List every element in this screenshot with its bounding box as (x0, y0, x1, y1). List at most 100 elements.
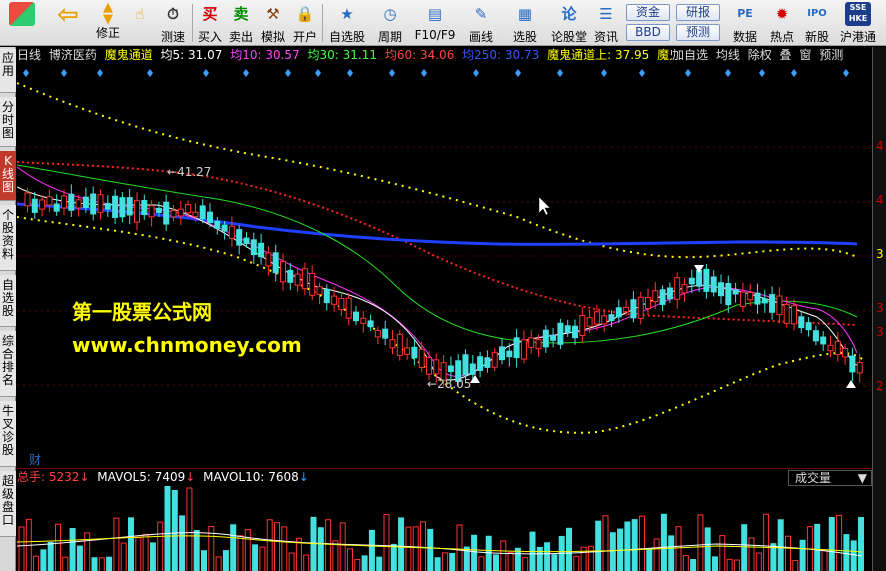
self-select-button[interactable]: ★ 自选股 (326, 2, 368, 44)
forum-button[interactable]: 论 论股堂 (550, 2, 588, 44)
back-button[interactable]: ⇦ (48, 2, 88, 44)
sell-button[interactable]: 卖 卖出 (226, 2, 256, 44)
tab-profile[interactable]: 个股资料 (0, 205, 16, 271)
draw-line-button[interactable]: ✎ 画线 (462, 2, 500, 44)
stock-picker-button[interactable]: ▦ 选股 (504, 2, 546, 44)
axis-tick: 3 (876, 301, 884, 315)
volume-bar (646, 549, 653, 571)
volume-bar (47, 541, 54, 571)
hk-connect-button[interactable]: SSE HKE 沪港通 (836, 2, 880, 44)
correct-button[interactable]: ▲ ▼ 修正 (92, 1, 124, 44)
candle-body (61, 195, 67, 209)
volume-bar (135, 537, 142, 571)
down-arrow-icon: ↓ (298, 470, 309, 484)
test-speed-button[interactable]: ⏱ 测速 (156, 2, 190, 44)
volume-bar (128, 517, 134, 571)
tab-watchlist[interactable]: 自选股 (0, 275, 16, 327)
volume-bar (478, 556, 485, 571)
candle-body (856, 362, 863, 374)
axis-tick: 3 (876, 247, 884, 261)
volume-bar (361, 555, 368, 571)
candle-body (491, 352, 498, 368)
volume-bar (142, 533, 149, 571)
candle-body (316, 286, 323, 295)
candle-body (345, 297, 352, 319)
ipo-button[interactable]: IPO 新股 (802, 2, 832, 44)
candle-body (163, 201, 170, 225)
volume-bar (259, 546, 266, 571)
research-button[interactable]: 研报 (676, 4, 720, 21)
windows-button[interactable] (4, 2, 40, 44)
candle-body (761, 298, 768, 304)
funds-button[interactable]: 资金 (626, 4, 670, 21)
tab-super-orderbook[interactable]: 超级盘口 (0, 471, 16, 537)
candle-body (243, 237, 250, 245)
f10-label: F10/F9 (414, 28, 456, 42)
candle-body (418, 348, 425, 368)
volume-bar (668, 535, 675, 571)
hk-connect-label: 沪港通 (839, 30, 876, 44)
buy-signal-marker-2 (846, 380, 856, 388)
candle-body (192, 211, 199, 218)
candle-body (119, 197, 126, 218)
bbd-button[interactable]: BBD (626, 24, 670, 41)
volume-bar (339, 522, 346, 571)
candle-body (396, 333, 403, 356)
news-button[interactable]: ☰ 资讯 (590, 2, 622, 44)
forum-icon: 论 (561, 5, 577, 23)
volume-bar (69, 528, 76, 571)
candle-body (550, 334, 557, 341)
data-button[interactable]: PE 数据 (730, 2, 760, 44)
volume-bar (726, 558, 733, 571)
hot-button[interactable]: ✹ 热点 (766, 2, 798, 44)
tab-intraday[interactable]: 分时图 (0, 97, 16, 147)
candle-body (367, 320, 374, 328)
volume-bar (84, 532, 91, 571)
candle-body (542, 329, 549, 348)
volume-bar (76, 545, 83, 571)
simulate-button[interactable]: ⚒ 模拟 (258, 2, 288, 44)
candle-body (280, 260, 286, 283)
forecast-button[interactable]: 预测 (676, 24, 720, 41)
indicator-select[interactable]: 成交量 ▼ (788, 470, 872, 486)
candle-body (812, 330, 819, 342)
volume-bar (310, 516, 317, 571)
volume-bar (98, 557, 105, 571)
candle-body (31, 198, 38, 213)
volume-bar (91, 557, 98, 571)
hand-button[interactable]: ☝ (126, 2, 154, 44)
period-button[interactable]: ◷ 周期 (370, 2, 410, 44)
candle-body (477, 356, 484, 371)
tab-kline[interactable]: K线图 (0, 151, 16, 201)
volume-bar (186, 487, 193, 571)
buy-button[interactable]: 买 买入 (196, 2, 224, 44)
volume-bar (485, 535, 492, 571)
candle-body (374, 330, 381, 338)
open-account-button[interactable]: 🔒 开户 (290, 2, 320, 44)
kline-chart[interactable]: 日线 博济医药 魔鬼通道 均5: 31.07 均10: 30.57 均30: 3… (17, 47, 872, 467)
hand-icon: ☝ (135, 5, 145, 23)
volume-bar (427, 528, 434, 571)
volume-bar (434, 557, 441, 571)
clock-period-icon: ◷ (383, 5, 397, 23)
tab-diagnosis[interactable]: 牛叉诊股 (0, 401, 16, 467)
tab-ranking[interactable]: 综合排名 (0, 331, 16, 397)
candle-body (666, 287, 673, 300)
candle-body (798, 316, 805, 329)
pe-icon: PE (737, 7, 753, 20)
volume-bar (252, 544, 259, 571)
volume-panel[interactable]: 总手: 5232↓ MAVOL5: 7409↓ MAVOL10: 7608↓ 成… (17, 468, 872, 571)
volume-bar (639, 515, 645, 571)
indicator-select-value: 成交量 (795, 471, 832, 485)
volume-bar (792, 559, 799, 571)
candle-body (688, 277, 695, 285)
tab-apps[interactable]: 应用 (0, 49, 16, 93)
candle-body (754, 292, 761, 305)
candle-body (783, 303, 790, 324)
volume-bar (843, 534, 850, 571)
volume-bar (354, 558, 361, 571)
watermark-title: 第一股票公式网 (72, 300, 212, 324)
f10-button[interactable]: ▤ F10/F9 (412, 2, 458, 44)
volume-bar (62, 556, 69, 571)
finance-marker[interactable]: 财 (29, 451, 41, 468)
